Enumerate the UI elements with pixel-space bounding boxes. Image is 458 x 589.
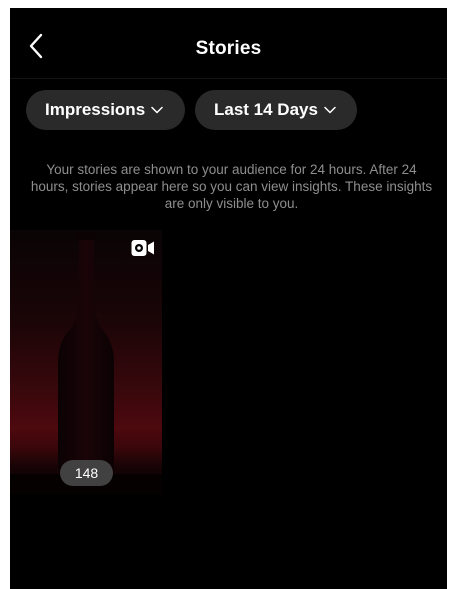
metric-filter-label: Impressions [45, 100, 146, 119]
insights-info-text: Your stories are shown to your audience … [30, 162, 433, 211]
metric-filter-dropdown[interactable]: Impressions [26, 90, 185, 130]
period-filter-label: Last 14 Days [214, 100, 318, 119]
page-title: Stories [195, 38, 262, 59]
story-impressions-count: 148 [60, 460, 113, 486]
stories-insights-screen: Stories Impressions Last 14 Days Your st… [10, 8, 447, 589]
filter-bar: Impressions Last 14 Days [26, 90, 357, 130]
bottle-silhouette-image [10, 232, 162, 494]
chevron-down-icon [151, 106, 163, 114]
period-filter-dropdown[interactable]: Last 14 Days [195, 90, 357, 130]
chevron-down-icon [324, 106, 336, 114]
story-thumbnail[interactable]: 148 [10, 230, 162, 494]
top-bar: Stories [10, 8, 447, 79]
video-camera-icon [131, 240, 154, 256]
